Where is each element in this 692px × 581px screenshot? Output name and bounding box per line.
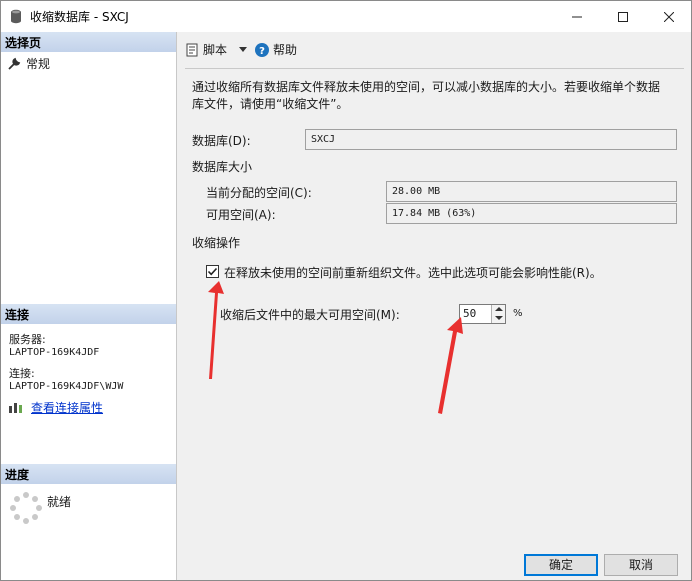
- checkmark-icon: [207, 267, 218, 276]
- left-pane: 选择页 常规 连接 服务器: LAPTOP-169K4JDF 连接: LAPTO…: [1, 32, 177, 580]
- cancel-button[interactable]: 取消: [604, 554, 678, 576]
- close-icon: [664, 11, 674, 22]
- main-content: 通过收缩所有数据库文件释放未使用的空间，可以减小数据库的大小。若要收缩单个数据库…: [178, 68, 691, 546]
- select-page-header: 选择页: [1, 32, 176, 52]
- divider: [185, 68, 684, 69]
- script-icon: [186, 43, 198, 56]
- wrench-icon: [8, 57, 21, 70]
- max-free-space-stepper[interactable]: 50: [459, 304, 506, 324]
- close-button[interactable]: [646, 1, 692, 32]
- help-label: 帮助: [273, 43, 298, 57]
- database-label: 数据库(D):: [192, 134, 251, 148]
- connection-label: 连接:: [9, 367, 35, 380]
- connection-value: LAPTOP-169K4JDF\WJW: [9, 381, 124, 392]
- dialog-footer: 确定 取消: [178, 546, 691, 580]
- max-free-space-label: 收缩后文件中的最大可用空间(M):: [220, 308, 400, 322]
- progress-status: 就绪: [47, 495, 72, 509]
- allocated-label: 当前分配的空间(C):: [206, 186, 312, 200]
- db-size-header: 数据库大小: [192, 160, 253, 174]
- server-info: 服务器: LAPTOP-169K4JDF: [9, 333, 99, 359]
- help-icon: ?: [255, 42, 269, 57]
- reorganize-label[interactable]: 在释放未使用的空间前重新组织文件。选中此选项可能会影响性能(R)。: [224, 264, 602, 281]
- help-button[interactable]: ? 帮助: [255, 41, 297, 58]
- database-field: SXCJ: [305, 129, 677, 150]
- maximize-button[interactable]: [600, 1, 646, 32]
- minimize-button[interactable]: [554, 1, 600, 32]
- stepper-up-icon[interactable]: [495, 307, 503, 311]
- connection-info: 连接: LAPTOP-169K4JDF\WJW: [9, 367, 123, 393]
- progress-header: 进度: [1, 464, 176, 484]
- connection-properties-icon: [9, 402, 22, 413]
- view-connection-link[interactable]: 查看连接属性: [31, 399, 103, 416]
- shrink-action-header: 收缩操作: [192, 236, 241, 250]
- description-text: 通过收缩所有数据库文件释放未使用的空间，可以减小数据库的大小。若要收缩单个数据库…: [192, 80, 661, 111]
- window-title: 收缩数据库 - SXCJ: [30, 10, 129, 24]
- title-bar: 收缩数据库 - SXCJ: [1, 1, 691, 32]
- ok-button[interactable]: 确定: [524, 554, 598, 576]
- server-value: LAPTOP-169K4JDF: [9, 347, 100, 358]
- max-free-space-value[interactable]: 50: [463, 307, 476, 320]
- shrink-database-dialog: 收缩数据库 - SXCJ 选择页 常规 连接 服务器: LAPTOP-169K4…: [0, 0, 692, 581]
- free-space-field: 17.84 MB (63%): [386, 203, 677, 224]
- chevron-down-icon[interactable]: [239, 47, 247, 52]
- allocated-field: 28.00 MB: [386, 181, 677, 202]
- percent-unit: %: [513, 308, 523, 319]
- nav-item-label: 常规: [26, 57, 51, 71]
- script-label: 脚本: [203, 43, 228, 57]
- reorganize-checkbox[interactable]: [206, 265, 219, 278]
- svg-text:?: ?: [259, 46, 265, 57]
- script-button[interactable]: 脚本: [185, 41, 227, 58]
- stepper-down-icon[interactable]: [495, 316, 503, 320]
- nav-item-general[interactable]: 常规: [7, 55, 50, 72]
- minimize-icon: [572, 16, 582, 17]
- view-connection-properties[interactable]: 查看连接属性: [9, 399, 103, 416]
- stepper-buttons[interactable]: [491, 305, 505, 323]
- server-label: 服务器:: [9, 333, 46, 346]
- toolbar: 脚本 ? 帮助: [178, 32, 691, 68]
- connection-header: 连接: [1, 304, 176, 324]
- free-space-label: 可用空间(A):: [206, 208, 276, 222]
- progress-spinner-icon: [10, 492, 42, 524]
- database-icon: [11, 9, 21, 24]
- maximize-icon: [618, 11, 628, 22]
